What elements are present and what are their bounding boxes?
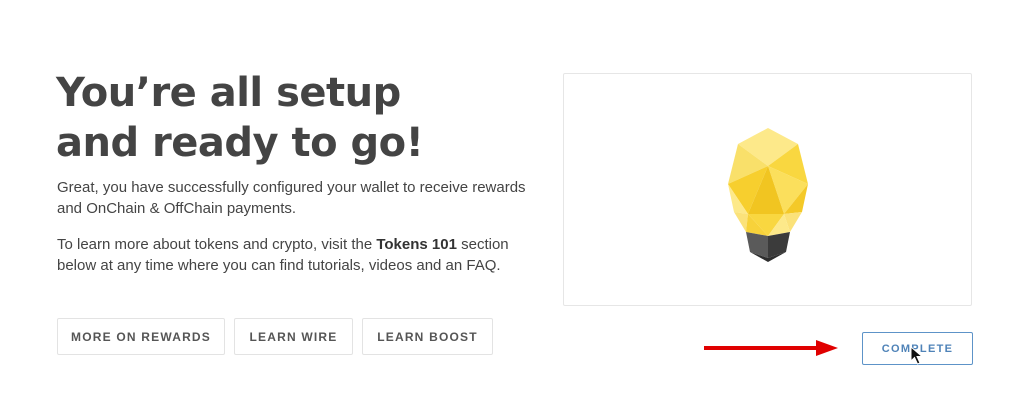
mouse-cursor-icon — [910, 346, 923, 365]
page-title: You’re all setup and ready to go! — [56, 70, 424, 166]
learn-more-prefix: To learn more about tokens and crypto, v… — [57, 236, 377, 253]
lightbulb-icon — [728, 128, 808, 262]
learn-more-text: To learn more about tokens and crypto, v… — [57, 234, 527, 276]
more-on-rewards-button[interactable]: MORE ON REWARDS — [57, 318, 225, 355]
tokens-101-label: Tokens 101 — [376, 236, 457, 253]
learn-wire-button[interactable]: LEARN WIRE — [234, 318, 353, 355]
learn-boost-button[interactable]: LEARN BOOST — [362, 318, 493, 355]
red-arrow-icon — [704, 340, 838, 356]
illustration-card — [563, 73, 972, 306]
success-message: Great, you have successfully configured … — [57, 179, 526, 217]
